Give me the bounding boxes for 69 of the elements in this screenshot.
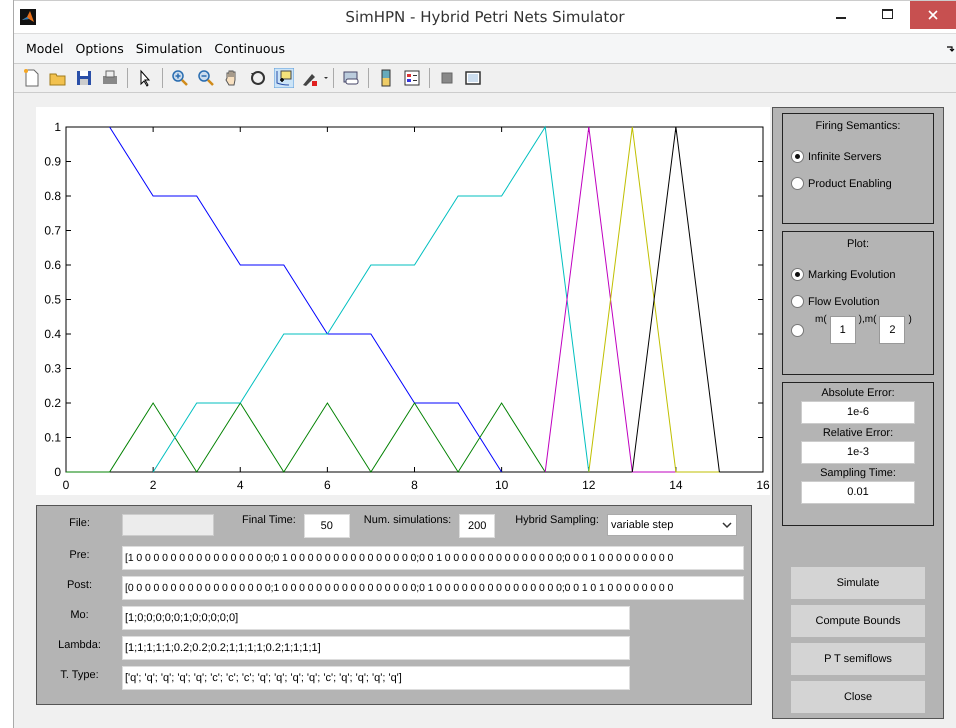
x-tick-label: 16 <box>756 478 770 492</box>
x-tick-label: 6 <box>324 478 331 492</box>
value-field[interactable]: 1e-3 <box>801 440 915 464</box>
y-tick-label: 0.4 <box>44 327 61 341</box>
app-logo-icon <box>20 9 36 25</box>
field-label: Post: <box>66 578 94 591</box>
y-tick-label: 0.8 <box>44 189 61 203</box>
x-tick-label: 14 <box>669 478 683 492</box>
x-tick-label: 4 <box>236 478 244 492</box>
field-label: Final Time: <box>242 514 296 526</box>
field-label: Relative Error: <box>822 426 894 439</box>
menu-item[interactable]: Model <box>14 41 72 56</box>
final-time-field[interactable]: 50 <box>304 514 350 538</box>
place-field[interactable]: 2 <box>879 316 906 344</box>
pair-label: ),m( <box>858 314 876 326</box>
x-tick-label: 0 <box>62 478 70 492</box>
y-tick-label: 0.3 <box>44 362 61 376</box>
panel-title: Firing Semantics: <box>814 120 902 132</box>
y-tick-label: 1 <box>54 120 61 134</box>
y-tick-label: 0.9 <box>44 154 61 168</box>
y-tick-label: 0.1 <box>44 430 61 444</box>
simulations-field[interactable]: 200 <box>459 514 496 538</box>
menu-item[interactable]: Options <box>72 41 132 56</box>
x-tick-label: 10 <box>494 478 508 492</box>
menu-item[interactable]: Continuous <box>210 41 293 56</box>
action-button[interactable]: Simulate <box>791 567 925 599</box>
field-label: Absolute Error: <box>820 386 896 399</box>
matrix-field[interactable]: ['q'; 'q'; 'q'; 'q'; 'q'; 'c'; 'c'; 'c'; 'q'; 'q'; 'q'; 'q'; 'c'; 'q'; 'q'; 'q'; 'q'] <box>122 666 630 690</box>
field-label: Hybrid Sampling: <box>515 514 599 526</box>
dock-arrow-icon[interactable] <box>947 46 955 52</box>
matrix-field[interactable]: [1 0 0 0 0 0 0 0 0 0 0 0 0 0 0 0 0;0 1 0 0 0 0 0 0 0 0 0 0 0 0 0 0 0;0 0 1 0 0 0 0 0 0 0 0 0 0 0 0 0 0;0 0 0 1 0 0 0 0 0 0 0 0 0 <box>122 546 744 570</box>
place-field[interactable]: 1 <box>830 316 856 344</box>
matrix-field[interactable]: [1;1;1;1;1;0.2;0.2;0.2;1;1;1;1;0.2;1;1;1;1] <box>122 636 630 660</box>
panel-title: Plot: <box>846 238 870 250</box>
value-field[interactable]: 0.01 <box>801 480 915 504</box>
pair-label: m( <box>815 314 827 326</box>
y-tick-label: 0.6 <box>44 258 61 272</box>
x-tick-label: 12 <box>582 478 596 492</box>
action-button[interactable]: Compute Bounds <box>791 605 925 637</box>
field-label: File: <box>68 516 91 529</box>
value-field[interactable]: 1e-6 <box>801 400 915 424</box>
action-button[interactable]: Close <box>791 681 925 713</box>
y-tick-label: 0.2 <box>44 396 61 410</box>
y-tick-label: 0 <box>54 465 61 479</box>
radio-button[interactable] <box>791 324 804 338</box>
radio-option[interactable]: Product Enabling <box>791 177 892 190</box>
matrix-field[interactable]: [1;0;0;0;0;0;1;0;0;0;0;0] <box>122 606 630 630</box>
action-button[interactable]: P T semiflows <box>791 643 925 675</box>
close-icon[interactable] <box>910 1 956 29</box>
field-label: Mo: <box>69 608 90 621</box>
sampling-dropdown[interactable]: variable step <box>606 514 737 536</box>
file-field[interactable] <box>122 514 214 536</box>
x-tick-label: 2 <box>150 478 156 492</box>
x-tick-label: 8 <box>411 478 418 492</box>
matrix-field[interactable]: [0 0 0 0 0 0 0 0 0 0 0 0 0 0 0 0 0;1 0 0 0 0 0 0 0 0 0 0 0 0 0 0 0 0;0 1 0 0 0 0 0 0 0 0 0 0 0 0 0 0 0;0 0 1 0 1 0 0 0 0 0 0 0 0 <box>122 576 744 600</box>
field-label: Lambda: <box>57 638 102 651</box>
data-cursor-icon[interactable] <box>271 65 297 91</box>
field-label: Sampling Time: <box>819 466 897 479</box>
field-label: T. Type: <box>59 668 100 681</box>
menu-item[interactable]: Simulation <box>132 41 210 56</box>
field-label: Pre: <box>68 548 91 561</box>
radio-option[interactable]: Marking Evolution <box>791 268 896 282</box>
window-title: SimHPN - Hybrid Petri Nets Simulator <box>345 8 625 26</box>
field-label: Num. simulations: <box>364 514 452 526</box>
y-tick-label: 0.5 <box>44 292 61 306</box>
radio-option[interactable]: Flow Evolution <box>791 295 880 308</box>
y-tick-label: 0.7 <box>44 224 61 238</box>
radio-option[interactable]: Infinite Servers <box>791 150 882 163</box>
pair-label: ) <box>908 314 912 326</box>
